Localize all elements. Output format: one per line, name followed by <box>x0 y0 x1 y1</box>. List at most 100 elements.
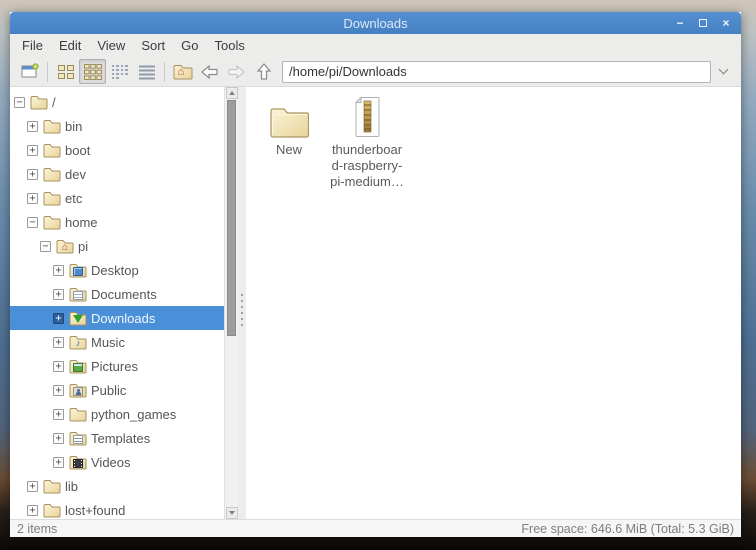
expand-icon[interactable]: + <box>53 456 64 468</box>
toolbar-separator <box>47 61 48 82</box>
up-button[interactable] <box>250 59 277 84</box>
documents-folder-icon <box>69 287 87 302</box>
expand-icon[interactable]: + <box>27 120 38 132</box>
menu-view[interactable]: View <box>89 34 133 57</box>
tree-item-public[interactable]: + Public <box>10 378 224 402</box>
file-item-new[interactable]: New <box>250 92 328 158</box>
music-folder-icon: ♪ <box>69 335 87 350</box>
folder-icon <box>269 94 309 138</box>
tree-item-pictures[interactable]: + Pictures <box>10 354 224 378</box>
chevron-down-icon <box>718 64 728 75</box>
tree-item-home[interactable]: − home <box>10 210 224 234</box>
tree-item-label: lost+found <box>65 502 126 518</box>
compact-view-button[interactable] <box>106 59 133 84</box>
scrollbar-thumb[interactable] <box>227 100 236 336</box>
tree-item-label: pi <box>78 238 89 254</box>
free-space: Free space: 646.6 MiB (Total: 5.3 GiB) <box>521 521 734 536</box>
home-folder-icon: ⌂ <box>173 64 193 80</box>
menu-edit[interactable]: Edit <box>51 34 89 57</box>
collapse-icon[interactable]: − <box>40 240 51 252</box>
tree-item-python-games[interactable]: + python_games <box>10 402 224 426</box>
new-window-button[interactable] <box>16 59 43 84</box>
expand-icon[interactable]: + <box>27 192 38 204</box>
file-view[interactable]: New thunderboar d-raspberry- pi-medium… <box>246 87 741 519</box>
tree-item-boot[interactable]: + boot <box>10 138 224 162</box>
menu-file[interactable]: File <box>14 34 51 57</box>
path-input[interactable] <box>282 60 711 83</box>
desktop-folder-icon <box>69 263 87 278</box>
tree-item-root[interactable]: − / <box>10 90 224 114</box>
minimize-icon[interactable]: − <box>673 16 687 30</box>
items-count: 2 items <box>17 521 58 536</box>
menu-bar: File Edit View Sort Go Tools <box>10 34 741 57</box>
tree-item-lost-found[interactable]: + lost+found <box>10 498 224 519</box>
back-arrow-icon <box>201 64 218 79</box>
up-arrow-icon <box>256 63 271 80</box>
collapse-icon[interactable]: − <box>14 96 25 108</box>
forward-button[interactable] <box>223 59 250 84</box>
tree-item-label: Videos <box>91 454 131 470</box>
tree-item-label: Templates <box>91 430 151 446</box>
expand-icon[interactable]: + <box>27 504 38 516</box>
tree-item-label: Public <box>91 382 127 398</box>
tree-item-videos[interactable]: + Videos <box>10 450 224 474</box>
icon-view-button[interactable] <box>52 59 79 84</box>
back-button[interactable] <box>196 59 223 84</box>
tree-item-desktop[interactable]: + Desktop <box>10 258 224 282</box>
folder-icon <box>43 503 61 518</box>
sidebar-scrollbar[interactable] <box>224 87 238 519</box>
directory-tree: − / + bin + boot + dev + etc − home − ⌂ … <box>10 87 224 519</box>
tree-item-label: Music <box>91 334 125 350</box>
scroll-up-icon[interactable] <box>226 87 238 99</box>
file-item-thunderboard[interactable]: thunderboar d-raspberry- pi-medium… <box>328 92 406 190</box>
expand-icon[interactable]: + <box>53 408 64 420</box>
file-manager-window: Downloads − × File Edit View Sort Go Too… <box>10 12 741 537</box>
menu-sort[interactable]: Sort <box>133 34 173 57</box>
close-icon[interactable]: × <box>719 16 733 30</box>
collapse-icon[interactable]: − <box>27 216 38 228</box>
thumbnail-view-button[interactable] <box>79 59 106 84</box>
templates-folder-icon <box>69 431 87 446</box>
file-item-label: New <box>275 142 302 157</box>
path-dropdown-button[interactable] <box>711 60 735 84</box>
expand-icon[interactable]: + <box>53 336 64 348</box>
folder-icon <box>30 95 48 110</box>
expand-icon[interactable]: + <box>53 312 64 324</box>
tree-item-label: dev <box>65 166 86 182</box>
menu-go[interactable]: Go <box>173 34 206 57</box>
expand-icon[interactable]: + <box>53 288 64 300</box>
folder-icon <box>43 119 61 134</box>
expand-icon[interactable]: + <box>27 168 38 180</box>
toolbar-separator <box>164 61 165 82</box>
maximize-icon[interactable] <box>696 16 710 30</box>
expand-icon[interactable]: + <box>53 384 64 396</box>
new-window-icon <box>21 63 39 78</box>
scroll-down-icon[interactable] <box>226 507 238 519</box>
home-button[interactable]: ⌂ <box>169 59 196 84</box>
expand-icon[interactable]: + <box>27 480 38 492</box>
tree-item-label: home <box>65 214 98 230</box>
tree-item-label: lib <box>65 478 79 494</box>
tree-item-bin[interactable]: + bin <box>10 114 224 138</box>
pane-splitter[interactable] <box>238 87 246 519</box>
tree-item-etc[interactable]: + etc <box>10 186 224 210</box>
expand-icon[interactable]: + <box>53 264 64 276</box>
tree-item-dev[interactable]: + dev <box>10 162 224 186</box>
expand-icon[interactable]: + <box>27 144 38 156</box>
tree-item-pi[interactable]: − ⌂ pi <box>10 234 224 258</box>
tree-item-documents[interactable]: + Documents <box>10 282 224 306</box>
menu-tools[interactable]: Tools <box>207 34 253 57</box>
content-area: − / + bin + boot + dev + etc − home − ⌂ … <box>10 87 741 519</box>
home-folder-icon: ⌂ <box>56 239 74 254</box>
detailed-view-button[interactable] <box>133 59 160 84</box>
tree-item-templates[interactable]: + Templates <box>10 426 224 450</box>
thumbnail-view-icon <box>83 63 102 80</box>
titlebar[interactable]: Downloads − × <box>10 12 741 34</box>
tree-item-lib[interactable]: + lib <box>10 474 224 498</box>
tree-item-music[interactable]: + ♪ Music <box>10 330 224 354</box>
tree-item-label: etc <box>65 190 83 206</box>
folder-icon <box>43 143 61 158</box>
tree-item-downloads[interactable]: + Downloads <box>10 306 224 330</box>
expand-icon[interactable]: + <box>53 432 64 444</box>
expand-icon[interactable]: + <box>53 360 64 372</box>
